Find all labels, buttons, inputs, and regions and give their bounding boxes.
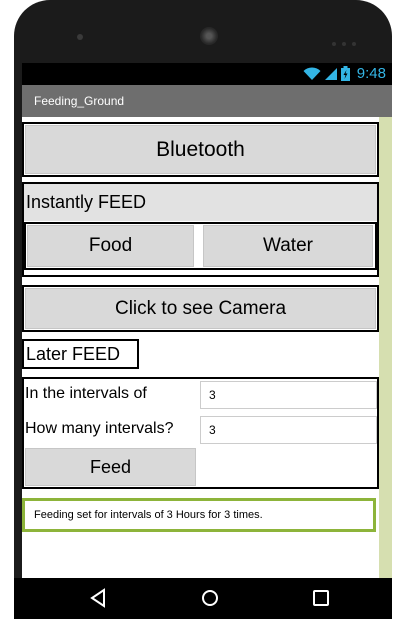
count-value: 3 — [209, 423, 216, 437]
water-button[interactable]: Water — [203, 225, 373, 267]
later-feed-label-box: Later FEED — [22, 339, 139, 369]
status-bar: 9:48 — [22, 63, 392, 85]
count-label: How many intervals? — [25, 420, 174, 437]
status-time: 9:48 — [356, 65, 386, 82]
feed-label: Feed — [89, 456, 132, 477]
intervals-input[interactable]: 3 — [200, 381, 377, 409]
side-strip — [379, 117, 392, 578]
speaker-dot — [77, 34, 83, 40]
app-title: Feeding_Ground — [34, 94, 125, 108]
signal-icon — [324, 67, 337, 80]
later-feed-label: Later FEED — [26, 344, 121, 364]
count-input[interactable]: 3 — [200, 416, 377, 444]
food-button[interactable]: Food — [27, 225, 194, 267]
status-message: Feeding set for intervals of 3 Hours for… — [34, 509, 263, 521]
wifi-icon — [303, 66, 321, 80]
battery-icon — [340, 66, 350, 81]
home-icon[interactable] — [200, 588, 220, 608]
instant-feed-header: Instantly FEED — [24, 184, 377, 221]
intervals-value: 3 — [209, 388, 216, 402]
feed-button[interactable]: Feed — [25, 448, 196, 486]
back-icon[interactable] — [89, 588, 107, 608]
water-label: Water — [263, 235, 313, 256]
front-camera — [200, 27, 218, 45]
instant-feed-label: Instantly FEED — [26, 192, 147, 212]
bluetooth-label: Bluetooth — [156, 137, 245, 161]
sensor-dots — [332, 33, 362, 46]
system-nav-bar — [14, 578, 392, 619]
intervals-label: In the intervals of — [25, 385, 147, 402]
app-title-bar: Feeding_Ground — [22, 85, 392, 117]
status-message-box: Feeding set for intervals of 3 Hours for… — [22, 498, 376, 532]
recents-icon[interactable] — [311, 588, 331, 608]
status-icons: 9:48 — [303, 65, 386, 82]
camera-label: Click to see Camera — [114, 297, 287, 319]
food-label: Food — [88, 235, 133, 256]
camera-button[interactable]: Click to see Camera — [25, 288, 376, 329]
bluetooth-button[interactable]: Bluetooth — [25, 125, 376, 174]
